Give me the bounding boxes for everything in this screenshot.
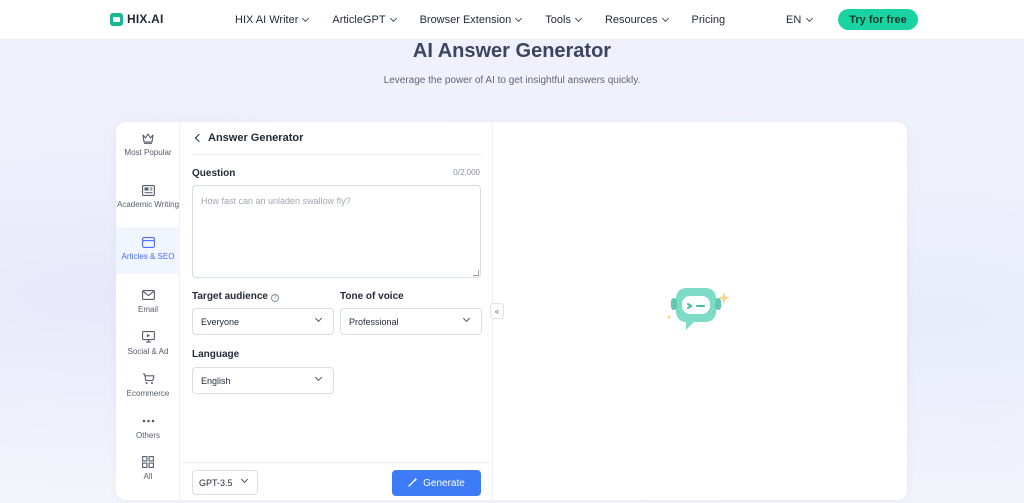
- sidebar-item-articles-seo[interactable]: Articles & SEO: [116, 227, 180, 274]
- generator-card: Most Popular Academic Writing Articles &…: [116, 122, 907, 500]
- nav-item-hix-ai-writer[interactable]: HIX AI Writer: [235, 14, 310, 26]
- language-label: Language: [192, 349, 240, 360]
- sidebar-item-label: All: [143, 472, 153, 481]
- nav-item-pricing[interactable]: Pricing: [692, 14, 726, 26]
- magic-wand-icon: [408, 477, 418, 490]
- language-value: English: [201, 375, 231, 386]
- question-input[interactable]: [192, 185, 481, 278]
- category-sidebar: Most Popular Academic Writing Articles &…: [116, 122, 180, 500]
- sidebar-item-label: Most Popular: [124, 148, 172, 157]
- logo-icon: [110, 12, 123, 26]
- tone-of-voice-value: Professional: [349, 316, 399, 327]
- page-title: AI Answer Generator: [412, 40, 612, 62]
- sidebar-item-label: Email: [137, 305, 158, 314]
- form-panel: Answer Generator Question 0/2,000 Target…: [180, 122, 493, 500]
- question-label: Question: [192, 168, 236, 179]
- target-audience-value: Everyone: [201, 316, 240, 327]
- sidebar-item-academic-writing[interactable]: Academic Writing: [116, 180, 180, 224]
- grid-icon: [141, 455, 155, 469]
- top-navbar: HIX.AI HIX AI Writer ArticleGPT Browser …: [0, 0, 1024, 40]
- try-for-free-button[interactable]: Try for free: [838, 9, 918, 30]
- cart-icon: [141, 372, 155, 386]
- target-audience-label: Target audience?: [192, 291, 279, 302]
- back-button[interactable]: Answer Generator: [194, 132, 304, 144]
- chevron-left-icon: [194, 133, 204, 143]
- nav-item-resources[interactable]: Resources: [604, 14, 669, 26]
- sidebar-item-label: Others: [135, 431, 160, 440]
- divider: [192, 154, 482, 155]
- chevron-down-icon: [302, 14, 310, 23]
- nav-item-label: Resources: [604, 14, 658, 26]
- sidebar-item-all[interactable]: All: [116, 455, 180, 485]
- sidebar-item-label: Academic Writing: [116, 200, 180, 209]
- chevron-down-icon: [314, 314, 323, 323]
- resize-handle-icon[interactable]: [473, 270, 479, 276]
- crown-icon: [141, 131, 155, 145]
- chevron-down-icon: [314, 373, 323, 382]
- language-select[interactable]: English: [192, 367, 334, 394]
- model-select[interactable]: GPT-3.5: [192, 470, 258, 495]
- nav-item-label: ArticleGPT: [332, 14, 386, 26]
- info-icon[interactable]: ?: [270, 294, 279, 302]
- logo-text: HIX.AI: [127, 12, 164, 26]
- monitor-play-icon: [141, 330, 155, 344]
- action-bar: GPT-3.5 Generate: [180, 462, 493, 500]
- target-audience-select[interactable]: Everyone: [192, 308, 334, 335]
- more-dots-icon: [141, 414, 155, 428]
- language-label: EN: [786, 14, 802, 26]
- nav-item-label: HIX AI Writer: [235, 14, 299, 26]
- robot-mascot-icon: [666, 288, 730, 330]
- nav-item-label: Browser Extension: [419, 14, 512, 26]
- tone-of-voice-label: Tone of voice: [340, 291, 404, 302]
- logo[interactable]: HIX.AI: [110, 12, 164, 26]
- chevron-down-icon: [574, 14, 583, 23]
- generate-button[interactable]: Generate: [392, 470, 481, 496]
- main-nav: HIX AI Writer ArticleGPT Browser Extensi…: [235, 0, 749, 40]
- chevron-down-icon: [661, 14, 669, 23]
- newspaper-icon: [141, 183, 155, 197]
- question-char-counter: 0/2,000: [453, 168, 480, 177]
- sidebar-item-label: Ecommerce: [126, 389, 170, 398]
- model-value: GPT-3.5: [199, 477, 233, 488]
- nav-item-articlegpt[interactable]: ArticleGPT: [332, 14, 397, 26]
- sidebar-item-most-popular[interactable]: Most Popular: [116, 128, 180, 172]
- page-subtitle: Leverage the power of AI to get insightf…: [383, 75, 641, 86]
- tool-title: Answer Generator: [208, 132, 304, 144]
- chevron-down-icon: [806, 14, 814, 23]
- sidebar-item-email[interactable]: Email: [116, 288, 180, 318]
- chevron-down-icon: [389, 14, 397, 23]
- nav-item-label: Pricing: [691, 14, 726, 26]
- chevron-down-icon: [240, 475, 249, 484]
- nav-item-browser-extension[interactable]: Browser Extension: [419, 14, 523, 26]
- browser-window-icon: [141, 235, 155, 249]
- sidebar-item-social-ad[interactable]: Social & Ad: [116, 330, 180, 360]
- envelope-icon: [141, 288, 155, 302]
- output-area: [494, 122, 907, 500]
- nav-item-label: Tools: [545, 14, 571, 26]
- language-selector[interactable]: EN: [786, 14, 814, 26]
- chevron-down-icon: [462, 314, 471, 323]
- generate-label: Generate: [423, 477, 465, 489]
- target-audience-label-text: Target audience: [192, 291, 268, 302]
- sidebar-item-ecommerce[interactable]: Ecommerce: [116, 372, 180, 402]
- tone-of-voice-select[interactable]: Professional: [340, 308, 482, 335]
- sidebar-item-label: Social & Ad: [127, 347, 169, 356]
- nav-item-tools[interactable]: Tools: [545, 14, 583, 26]
- sidebar-item-others[interactable]: Others: [116, 414, 180, 444]
- chevron-down-icon: [515, 14, 523, 23]
- sidebar-item-label: Articles & SEO: [121, 252, 175, 261]
